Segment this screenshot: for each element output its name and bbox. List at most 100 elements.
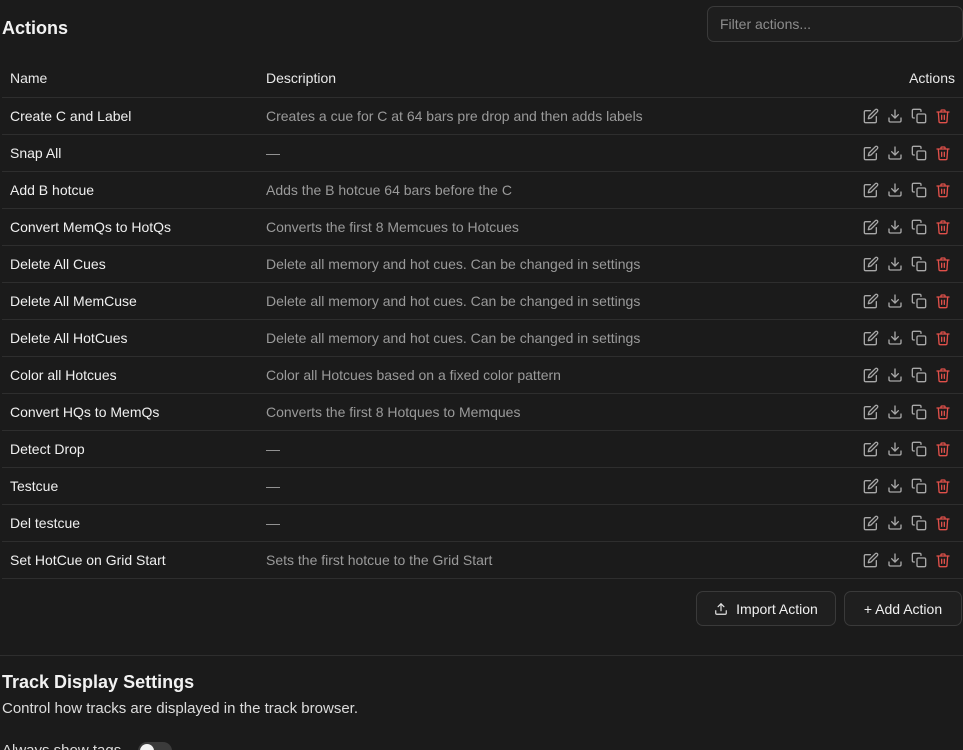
actions-header: Actions	[2, 6, 963, 46]
download-icon[interactable]	[883, 326, 907, 350]
trash-icon[interactable]	[931, 104, 955, 128]
action-name: Delete All HotCues	[2, 319, 258, 357]
copy-icon[interactable]	[907, 474, 931, 498]
copy-icon[interactable]	[907, 326, 931, 350]
trash-icon[interactable]	[931, 326, 955, 350]
column-header-description: Description	[258, 60, 818, 98]
table-row: Create C and Label Creates a cue for C a…	[2, 97, 963, 135]
edit-icon[interactable]	[859, 326, 883, 350]
table-row: Delete All HotCues Delete all memory and…	[2, 319, 963, 357]
row-actions	[818, 430, 963, 468]
download-icon[interactable]	[883, 289, 907, 313]
edit-icon[interactable]	[859, 252, 883, 276]
trash-icon[interactable]	[931, 141, 955, 165]
add-action-label: + Add Action	[863, 600, 943, 617]
trash-icon[interactable]	[931, 363, 955, 387]
action-name: Set HotCue on Grid Start	[2, 541, 258, 579]
trash-icon[interactable]	[931, 511, 955, 535]
trash-icon[interactable]	[931, 548, 955, 572]
edit-icon[interactable]	[859, 511, 883, 535]
filter-actions-input[interactable]	[707, 6, 963, 42]
action-name: Convert HQs to MemQs	[2, 393, 258, 431]
copy-icon[interactable]	[907, 548, 931, 572]
action-description: Delete all memory and hot cues. Can be c…	[258, 245, 818, 283]
trash-icon[interactable]	[931, 178, 955, 202]
actions-table: Name Description Actions Create C and La…	[2, 60, 963, 579]
action-description: Delete all memory and hot cues. Can be c…	[258, 282, 818, 320]
table-row: Set HotCue on Grid Start Sets the first …	[2, 541, 963, 579]
row-actions	[818, 282, 963, 320]
action-name: Delete All MemCuse	[2, 282, 258, 320]
trash-icon[interactable]	[931, 252, 955, 276]
table-header-row: Name Description Actions	[2, 60, 963, 98]
edit-icon[interactable]	[859, 363, 883, 387]
copy-icon[interactable]	[907, 104, 931, 128]
download-icon[interactable]	[883, 252, 907, 276]
import-action-button[interactable]: Import Action	[696, 591, 836, 626]
copy-icon[interactable]	[907, 141, 931, 165]
action-description: Creates a cue for C at 64 bars pre drop …	[258, 97, 818, 135]
copy-icon[interactable]	[907, 252, 931, 276]
copy-icon[interactable]	[907, 363, 931, 387]
row-actions	[818, 208, 963, 246]
edit-icon[interactable]	[859, 474, 883, 498]
toggle-knob	[140, 744, 154, 750]
download-icon[interactable]	[883, 178, 907, 202]
always-show-tags-toggle[interactable]	[138, 742, 172, 750]
edit-icon[interactable]	[859, 104, 883, 128]
edit-icon[interactable]	[859, 548, 883, 572]
copy-icon[interactable]	[907, 215, 931, 239]
actions-table-body: Create C and Label Creates a cue for C a…	[2, 97, 963, 579]
download-icon[interactable]	[883, 548, 907, 572]
download-icon[interactable]	[883, 511, 907, 535]
row-actions	[818, 319, 963, 357]
action-description: Converts the first 8 Memcues to Hotcues	[258, 208, 818, 246]
edit-icon[interactable]	[859, 141, 883, 165]
track-display-title: Track Display Settings	[2, 672, 195, 692]
trash-icon[interactable]	[931, 400, 955, 424]
action-description: Adds the B hotcue 64 bars before the C	[258, 171, 818, 209]
trash-icon[interactable]	[931, 215, 955, 239]
action-description: —	[258, 467, 818, 505]
trash-icon[interactable]	[931, 289, 955, 313]
table-row: Del testcue —	[2, 504, 963, 542]
settings-page: Actions Name Description Actions Create …	[0, 0, 963, 750]
table-row: Convert MemQs to HotQs Converts the firs…	[2, 208, 963, 246]
action-description: —	[258, 430, 818, 468]
upload-icon	[715, 602, 727, 615]
copy-icon[interactable]	[907, 511, 931, 535]
download-icon[interactable]	[883, 437, 907, 461]
action-name: Create C and Label	[2, 97, 258, 135]
action-description: Color all Hotcues based on a fixed color…	[258, 356, 818, 394]
download-icon[interactable]	[883, 363, 907, 387]
actions-title: Actions	[2, 18, 69, 38]
copy-icon[interactable]	[907, 400, 931, 424]
edit-icon[interactable]	[859, 178, 883, 202]
row-actions	[818, 504, 963, 542]
download-icon[interactable]	[883, 141, 907, 165]
edit-icon[interactable]	[859, 289, 883, 313]
copy-icon[interactable]	[907, 437, 931, 461]
download-icon[interactable]	[883, 474, 907, 498]
download-icon[interactable]	[883, 215, 907, 239]
action-name: Add B hotcue	[2, 171, 258, 209]
trash-icon[interactable]	[931, 474, 955, 498]
track-display-description: Control how tracks are displayed in the …	[2, 700, 358, 717]
download-icon[interactable]	[883, 104, 907, 128]
row-actions	[818, 171, 963, 209]
column-header-name: Name	[2, 60, 258, 98]
table-row: Delete All MemCuse Delete all memory and…	[2, 282, 963, 320]
download-icon[interactable]	[883, 400, 907, 424]
copy-icon[interactable]	[907, 289, 931, 313]
edit-icon[interactable]	[859, 215, 883, 239]
row-actions	[818, 356, 963, 394]
edit-icon[interactable]	[859, 400, 883, 424]
copy-icon[interactable]	[907, 178, 931, 202]
add-action-button[interactable]: + Add Action	[844, 591, 962, 626]
trash-icon[interactable]	[931, 437, 955, 461]
action-description: —	[258, 504, 818, 542]
edit-icon[interactable]	[859, 437, 883, 461]
column-header-actions: Actions	[818, 60, 963, 98]
action-name: Del testcue	[2, 504, 258, 542]
row-actions	[818, 393, 963, 431]
